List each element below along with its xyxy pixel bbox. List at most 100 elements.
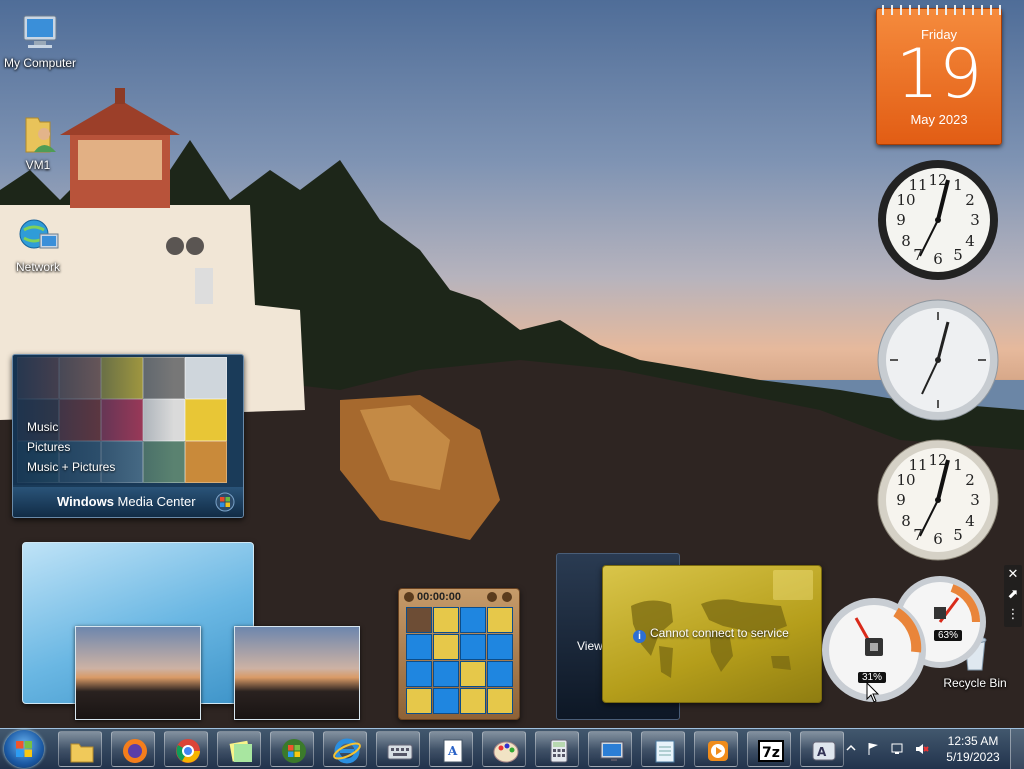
svg-text:3: 3 [970,491,980,509]
taskbar-button-character-map[interactable]: A [800,731,844,767]
puzzle-timer-icon[interactable] [404,592,414,602]
desktop-icon-label: Recycle Bin [943,676,1007,690]
tray-overflow-icon[interactable] [846,743,856,753]
volume-muted-icon[interactable] [914,741,930,757]
puzzle-tile[interactable] [433,634,459,660]
puzzle-tile[interactable] [487,688,513,714]
taskbar-button-notepad[interactable] [641,731,685,767]
desktop-icon-network[interactable]: Network [0,214,78,274]
media-center-menu: Music Pictures Music + Pictures [27,417,115,477]
network-tray-icon[interactable] [890,741,906,757]
windows-logo-icon [16,741,32,757]
currency-card-chip [773,570,813,600]
desktop-icon-label: Network [15,260,60,274]
taskbar-button-7zip[interactable]: 7z [747,731,791,767]
show-desktop-button[interactable] [1010,729,1024,769]
svg-text:3: 3 [970,211,980,229]
close-icon[interactable]: ✕ [1004,565,1022,585]
taskbar-button-calculator[interactable] [535,731,579,767]
slideshow-thumbnail[interactable] [75,626,201,720]
slideshow-thumbnail[interactable] [234,626,360,720]
svg-text:A: A [447,744,458,758]
desktop-icon-label: My Computer [3,56,77,70]
taskbar-button-sticky-notes[interactable] [217,731,261,767]
taskbar-date: 5/19/2023 [946,750,1000,764]
user-folder-icon [25,117,56,153]
puzzle-tile[interactable] [487,607,513,633]
svg-text:4: 4 [965,232,975,250]
puzzle-grid[interactable] [406,607,513,714]
windows-logo-icon [215,492,235,512]
puzzle-tile[interactable] [487,634,513,660]
picture-puzzle-gadget[interactable]: 00:00:00 [398,588,520,720]
svg-text:9: 9 [896,211,906,229]
windows-logo-icon [282,739,306,763]
chrome-icon [176,739,200,763]
action-center-flag-icon[interactable] [866,741,882,757]
taskbar-button-internet-explorer[interactable] [323,731,367,767]
notepad-icon [655,740,675,763]
taskbar-button-firefox[interactable] [111,731,155,767]
7zip-icon: 7z [758,740,784,762]
svg-text:6: 6 [933,530,943,548]
calendar-day: 19 [895,35,983,114]
calendar-rings [877,5,1001,15]
gadget-controls: ✕ ⬈ ⋮ [1004,565,1022,627]
taskbar-button-remote-desktop[interactable] [588,731,632,767]
clock-gadget-classic[interactable]: 12369 1245 781011 [876,438,1000,562]
puzzle-tile[interactable] [406,688,432,714]
media-center-menu-pictures[interactable]: Pictures [27,437,115,457]
desktop-icon-my-computer[interactable]: My Computer [0,10,80,70]
taskbar-button-keyboard[interactable] [376,731,420,767]
internet-explorer-icon [333,738,361,764]
puzzle-tile[interactable] [406,661,432,687]
remote-desktop-icon [600,741,624,761]
svg-text:8: 8 [901,512,911,530]
svg-text:2: 2 [965,471,975,489]
taskbar-button-wordpad[interactable]: A [429,731,473,767]
feed-viewer-label[interactable]: View [577,639,603,653]
svg-text:5: 5 [953,526,963,544]
taskbar-button-explorer[interactable] [58,731,102,767]
desktop-icon-vm1[interactable]: VM1 [0,112,78,172]
puzzle-tile[interactable] [433,661,459,687]
media-center-menu-music-pictures[interactable]: Music + Pictures [27,457,115,477]
svg-text:4: 4 [965,512,975,530]
puzzle-tile[interactable] [460,688,486,714]
svg-text:6: 6 [933,250,943,268]
currency-gadget[interactable]: i Cannot connect to service [602,565,822,703]
explorer-icon [70,743,94,763]
help-icon[interactable] [487,592,497,602]
taskbar-button-media-player[interactable] [694,731,738,767]
media-center-menu-music[interactable]: Music [27,417,115,437]
puzzle-tile[interactable] [487,661,513,687]
drag-handle-icon[interactable]: ⋮ [1004,605,1022,625]
show-picture-icon[interactable] [502,592,512,602]
calculator-icon [550,739,568,763]
puzzle-tile[interactable] [460,607,486,633]
puzzle-tile[interactable] [406,634,432,660]
taskbar-button-windows-logo[interactable] [270,731,314,767]
mouse-cursor-icon [866,682,880,703]
puzzle-tile[interactable] [433,607,459,633]
wordpad-icon: A [443,739,463,763]
svg-text:7z: 7z [762,745,780,761]
taskbar-button-chrome[interactable] [164,731,208,767]
info-icon: i [633,630,646,643]
start-button[interactable] [4,730,44,768]
media-center-brand-bar: Windows Media Center [13,487,243,517]
taskbar-button-paint[interactable] [482,731,526,767]
media-center-gadget[interactable]: Music Pictures Music + Pictures Windows … [12,354,244,518]
resize-icon[interactable]: ⬈ [1004,585,1022,605]
svg-text:1: 1 [953,456,963,474]
puzzle-tile[interactable] [433,688,459,714]
sticky-notes-icon [229,740,252,762]
clock-gadget-dark[interactable]: 12369 1245 781011 [876,158,1000,282]
taskbar-time: 12:35 AM [947,734,999,748]
calendar-gadget[interactable]: Friday 19 May 2023 [876,5,1002,145]
puzzle-tile[interactable] [460,661,486,687]
clock-gadget-silver[interactable] [876,298,1000,422]
puzzle-tile[interactable] [406,607,432,633]
puzzle-tile[interactable] [460,634,486,660]
taskbar-clock[interactable]: 12:35 AM 5/19/2023 [940,733,1006,765]
